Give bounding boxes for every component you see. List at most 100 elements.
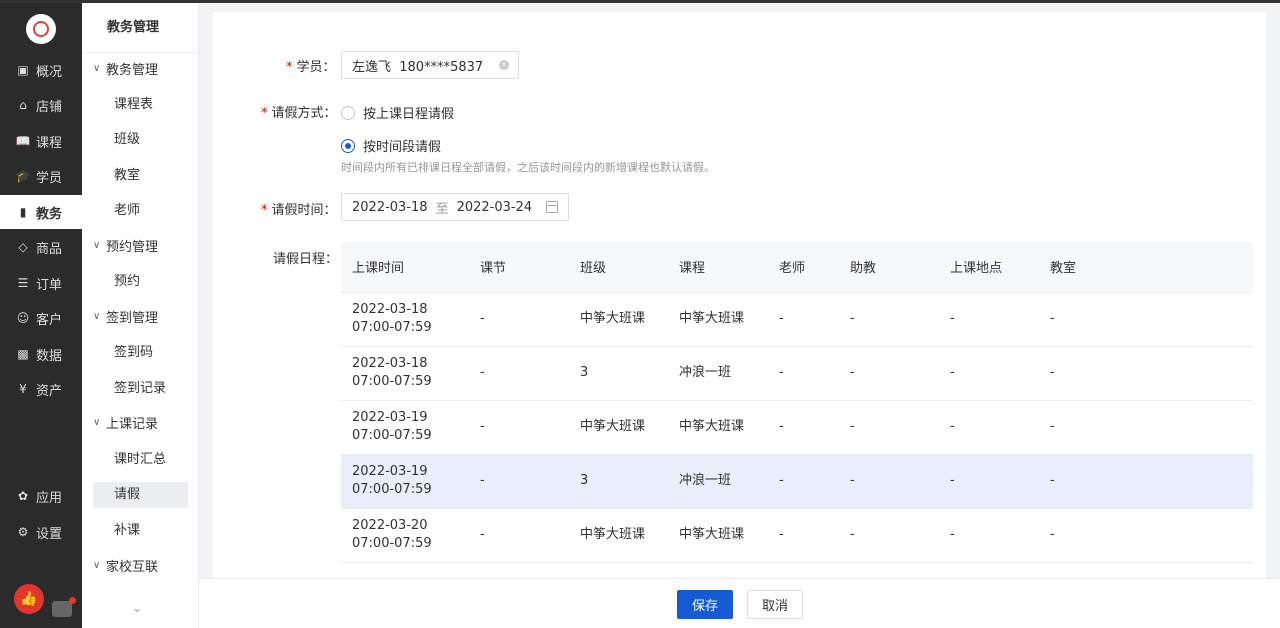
nav-item-apps[interactable]: ✿ 应用 — [0, 479, 82, 513]
nav-item-label: 商品 — [36, 241, 63, 257]
cell-teacher: - — [768, 508, 839, 563]
column-header: 上课地点 — [939, 242, 1039, 292]
cell-class: 中筝大班课 — [569, 400, 668, 455]
cell-date: 2022-03-18 — [352, 302, 428, 317]
nav-group[interactable]: ∨ 教务管理 — [93, 56, 158, 80]
chevron-down-icon: ∨ — [93, 239, 101, 251]
cancel-button[interactable]: 取消 — [747, 590, 803, 619]
nav-group-label: 教务管理 — [106, 62, 159, 78]
nav-subitem[interactable]: 请假 — [93, 482, 188, 508]
cell-place: - — [939, 454, 1039, 509]
nav-group-label: 预约管理 — [106, 239, 159, 255]
nav-item-overview[interactable]: ▣ 概况 — [0, 53, 82, 87]
chevron-down-icon: ∨ — [93, 559, 101, 571]
nav-item-academic[interactable]: ▮ 教务 — [0, 195, 82, 229]
student-label: * 学员： — [286, 60, 336, 75]
table-header-row: 上课时间 课节 班级 课程 老师 助教 上课地点 教室 — [341, 242, 1253, 292]
cell-course: 冲浪一班 — [668, 454, 768, 509]
leave-mode-label: * 请假方式： — [261, 106, 337, 121]
table-row: 2022-03-18 07:00-07:59- 中筝大班课 中筝大班课 - - - - — [341, 292, 1253, 347]
nav-subitem[interactable]: 老师 — [93, 198, 188, 224]
nav-subitem[interactable]: 预约 — [93, 269, 188, 295]
form-footer: 保存 取消 — [199, 578, 1280, 628]
cell-place: - — [939, 508, 1039, 563]
customer-icon: ☺ — [16, 311, 30, 325]
cell-assistant: - — [839, 508, 939, 563]
nav-subitem[interactable]: 课时汇总 — [93, 447, 188, 473]
cell-time-range: 07:00-07:59 — [352, 482, 432, 497]
student-select[interactable]: 左逸飞 180****5837 × — [341, 51, 519, 79]
nav-item-label: 概况 — [36, 64, 63, 80]
nav-item-settings[interactable]: ⚙ 设置 — [0, 515, 82, 549]
nav-group[interactable]: ∨ 预约管理 — [93, 233, 158, 257]
column-header: 助教 — [839, 242, 939, 292]
cell-class: 3 — [569, 346, 668, 401]
clear-icon[interactable]: × — [499, 60, 509, 70]
nav-group[interactable]: ∨ 上课记录 — [93, 410, 158, 434]
date-start[interactable]: 2022-03-18 — [352, 200, 428, 215]
save-button[interactable]: 保存 — [677, 590, 733, 619]
student-icon: 🎓 — [15, 169, 31, 183]
nav-item-order[interactable]: ☰ 订单 — [0, 266, 82, 300]
nav-subitem[interactable]: 签到记录 — [93, 376, 188, 402]
radio-circle[interactable] — [341, 105, 355, 120]
nav-item-label: 教务 — [36, 206, 63, 222]
radio-by-time-range-label: 按时间段请假 — [363, 140, 442, 155]
tag-icon: ◇ — [18, 240, 28, 254]
nav-group-label: 签到管理 — [106, 310, 159, 326]
cell-teacher: - — [768, 292, 839, 347]
chevron-down-icon: ∨ — [93, 62, 101, 74]
chat-icon[interactable] — [52, 597, 76, 617]
cell-class: 3 — [569, 454, 668, 509]
cell-course: 中筝大班课 — [668, 400, 768, 455]
nav-item-label: 学员 — [36, 170, 63, 186]
nav-subitem[interactable]: 签到码 — [93, 340, 188, 366]
table-row: 2022-03-18 07:00-07:59-3 冲浪一班 - - - - — [341, 346, 1253, 401]
nav-group[interactable]: ∨ 签到管理 — [93, 304, 158, 328]
nav-item-book[interactable]: 📖 课程 — [0, 124, 82, 158]
nav-item-shop[interactable]: ⌂ 店铺 — [0, 88, 82, 122]
cell-course: 中筝大班课 — [668, 508, 768, 563]
chevron-down-icon: ∨ — [93, 310, 101, 322]
date-separator: 至 — [435, 201, 449, 217]
radio-circle-checked[interactable] — [341, 138, 355, 153]
date-range-picker[interactable]: 2022-03-18 至 2022-03-24 — [341, 193, 569, 221]
nav-item-customer[interactable]: ☺ 客户 — [0, 301, 82, 335]
nav-subitem[interactable]: 教室 — [93, 163, 188, 189]
nav-subitem[interactable]: 课程表 — [93, 92, 188, 118]
radio-by-time-range[interactable]: 按时间段请假 — [341, 136, 441, 155]
cell-lesson: - — [469, 508, 569, 563]
nav-item-tag[interactable]: ◇ 商品 — [0, 230, 82, 264]
nav-subitem[interactable]: 班级 — [93, 127, 188, 153]
cell-room: - — [1039, 400, 1253, 455]
nav-item-asset[interactable]: ¥ 资产 — [0, 372, 82, 406]
apps-icon: ✿ — [17, 489, 29, 503]
order-icon: ☰ — [17, 276, 29, 290]
nav-item-data[interactable]: ▩ 数据 — [0, 337, 82, 371]
scroll-down-chevron-icon[interactable]: ⌄ — [132, 601, 142, 615]
nav-item-label: 订单 — [36, 277, 63, 293]
cell-assistant: - — [839, 454, 939, 509]
column-header: 上课时间 — [341, 242, 469, 292]
store-logo[interactable] — [26, 14, 56, 44]
cell-teacher: - — [768, 400, 839, 455]
cell-assistant: - — [839, 400, 939, 455]
cell-lesson: - — [469, 346, 569, 401]
column-header: 教室 — [1039, 242, 1253, 292]
column-header: 老师 — [768, 242, 839, 292]
cell-assistant: - — [839, 346, 939, 401]
radio-by-schedule[interactable]: 按上课日程请假 — [341, 103, 454, 122]
column-header: 班级 — [569, 242, 668, 292]
thumbs-up-icon[interactable]: 👍 — [14, 584, 44, 614]
primary-sidebar: ▣ 概况 ⌂ 店铺 📖 课程 🎓 学员 ▮ 教务 ◇ 商品 ☰ 订单 ☺ 客户 ▩ 数据 ¥ 资产 ✿ 应用 ⚙ 设置 👍 — [0, 3, 82, 628]
date-end[interactable]: 2022-03-24 — [457, 200, 533, 215]
data-icon: ▩ — [17, 347, 29, 361]
nav-item-student[interactable]: 🎓 学员 — [0, 159, 82, 193]
nav-item-label: 资产 — [36, 383, 63, 399]
calendar-icon[interactable] — [546, 201, 558, 213]
nav-group-label: 上课记录 — [106, 416, 159, 432]
nav-subitem[interactable]: 补课 — [93, 518, 188, 544]
nav-group[interactable]: ∨ 家校互联 — [93, 553, 158, 577]
cell-time: 2022-03-20 07:00-07:59 — [341, 508, 469, 563]
cell-lesson: - — [469, 292, 569, 347]
